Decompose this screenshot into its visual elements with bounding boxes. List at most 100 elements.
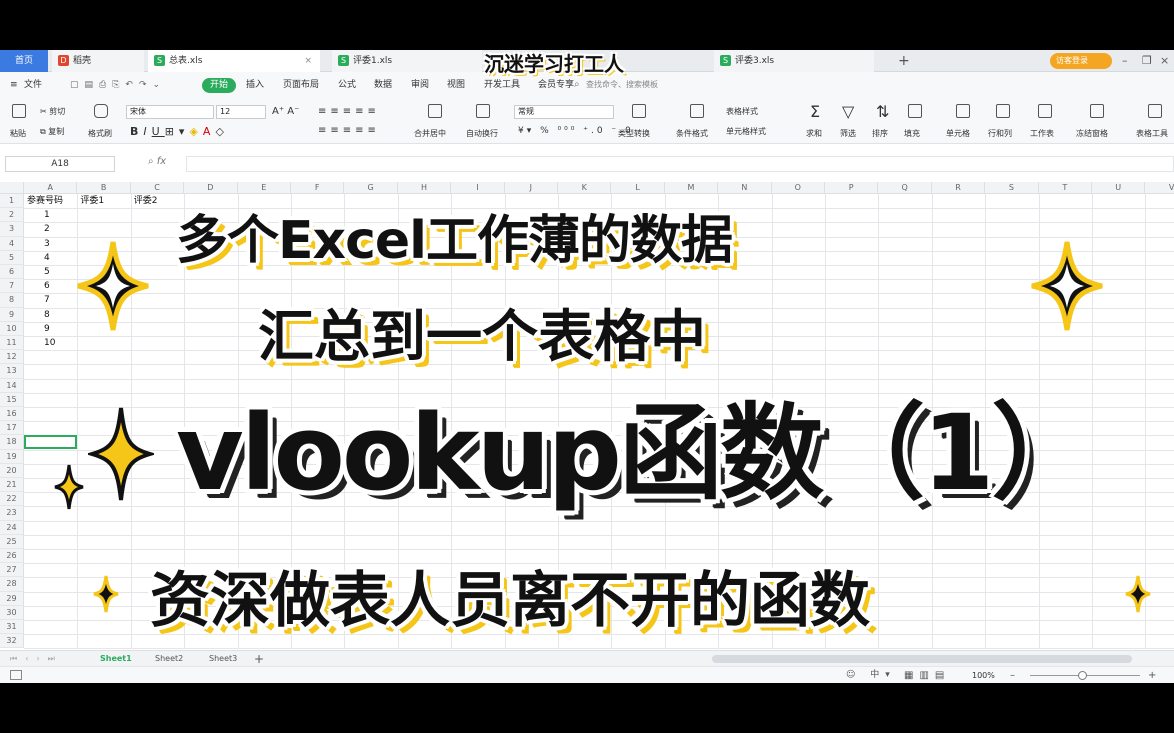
- row-header[interactable]: 30: [0, 605, 24, 620]
- column-header[interactable]: M: [664, 182, 719, 194]
- column-header[interactable]: I: [451, 182, 505, 194]
- row-header[interactable]: 28: [0, 577, 24, 592]
- zoom-in-icon[interactable]: +: [1148, 667, 1156, 683]
- row-header[interactable]: 20: [0, 463, 24, 478]
- align-top-buttons[interactable]: ≡≡≡≡≡: [318, 106, 380, 117]
- column-header[interactable]: R: [931, 182, 986, 194]
- menu-data[interactable]: 数据: [374, 72, 392, 98]
- paste-icon[interactable]: [12, 104, 26, 118]
- freeze-panes-icon[interactable]: [1090, 104, 1104, 118]
- row-header[interactable]: 24: [0, 520, 24, 535]
- row-header[interactable]: 25: [0, 534, 24, 549]
- row-header[interactable]: 32: [0, 634, 24, 649]
- row-header[interactable]: 11: [0, 336, 24, 351]
- row-header[interactable]: 17: [0, 421, 24, 436]
- zoom-level[interactable]: 100%: [972, 667, 995, 683]
- formula-input[interactable]: [186, 156, 1174, 172]
- font-family-select[interactable]: 宋体: [126, 105, 214, 119]
- font-style-buttons[interactable]: BIU⊞▾◈A◇: [130, 125, 229, 138]
- tab-docer[interactable]: D 稻壳: [52, 50, 144, 72]
- menu-view[interactable]: 视图: [447, 72, 465, 98]
- merge-center-icon[interactable]: [428, 104, 442, 118]
- id-cell[interactable]: 7: [44, 293, 50, 307]
- format-painter-icon[interactable]: [94, 104, 108, 118]
- column-header[interactable]: O: [771, 182, 825, 194]
- row-header[interactable]: 6: [0, 265, 24, 280]
- guest-login-button[interactable]: 访客登录: [1050, 53, 1112, 69]
- column-header[interactable]: Q: [878, 182, 932, 194]
- name-box[interactable]: A18: [5, 156, 115, 172]
- selected-cell[interactable]: [24, 435, 77, 450]
- cut-button[interactable]: ✂ 剪切: [40, 106, 65, 117]
- cell-icon[interactable]: [956, 104, 970, 118]
- tab-judge3-xls[interactable]: S 评委3.xls: [714, 50, 874, 72]
- header-cell[interactable]: 参赛号码: [27, 194, 63, 208]
- fx-icon[interactable]: ⌕ fx: [148, 156, 166, 167]
- tab-home[interactable]: 首页: [0, 50, 48, 72]
- table-tools-icon[interactable]: [1148, 104, 1162, 118]
- column-header[interactable]: S: [985, 182, 1039, 194]
- row-header[interactable]: 18: [0, 435, 24, 450]
- row-header[interactable]: 27: [0, 563, 24, 578]
- worksheet-icon[interactable]: [1038, 104, 1052, 118]
- column-header[interactable]: F: [291, 182, 345, 194]
- row-header[interactable]: 5: [0, 250, 24, 265]
- column-header[interactable]: C: [130, 182, 185, 194]
- view-mode-icons[interactable]: ▦▥▤: [904, 667, 950, 683]
- sheet-tab-3[interactable]: Sheet3: [209, 651, 237, 667]
- status-icons[interactable]: ☺ 中▾: [846, 667, 896, 683]
- tab-judge1-xls[interactable]: S 评委1.xls: [332, 50, 482, 72]
- row-header[interactable]: 4: [0, 236, 24, 251]
- menu-start[interactable]: 开始: [202, 78, 236, 93]
- add-sheet-button[interactable]: +: [254, 651, 264, 667]
- id-cell[interactable]: 5: [44, 265, 50, 279]
- horizontal-scrollbar[interactable]: [712, 655, 1132, 663]
- column-header[interactable]: V: [1145, 182, 1174, 194]
- row-header[interactable]: 10: [0, 321, 24, 336]
- column-header[interactable]: B: [77, 182, 131, 194]
- column-header[interactable]: P: [825, 182, 879, 194]
- quick-access-icons[interactable]: ▢▤⎙⎘↶↷⌄: [70, 72, 166, 98]
- wrap-text-icon[interactable]: [476, 104, 490, 118]
- row-header[interactable]: 22: [0, 492, 24, 507]
- row-header[interactable]: 31: [0, 620, 24, 635]
- number-format-buttons[interactable]: ¥▾ % ⁰⁰⁰ ⁺.0 ⁻.0: [518, 126, 634, 136]
- row-header[interactable]: 2: [0, 208, 24, 223]
- conditional-format-icon[interactable]: [690, 104, 704, 118]
- row-header[interactable]: 19: [0, 449, 24, 464]
- id-cell[interactable]: 8: [44, 308, 50, 322]
- font-size-adjust[interactable]: A⁺ A⁻: [272, 106, 299, 117]
- id-cell[interactable]: 3: [44, 237, 50, 251]
- menu-review[interactable]: 审阅: [411, 72, 429, 98]
- close-tab-icon[interactable]: ×: [304, 50, 312, 72]
- close-window-icon[interactable]: ×: [1160, 50, 1169, 72]
- column-header[interactable]: T: [1038, 182, 1092, 194]
- row-header[interactable]: 23: [0, 506, 24, 521]
- sheet-nav-arrows[interactable]: ⏮‹›⏭: [10, 651, 63, 667]
- column-header[interactable]: G: [344, 182, 398, 194]
- column-header[interactable]: E: [237, 182, 291, 194]
- zoom-out-icon[interactable]: –: [1010, 667, 1015, 683]
- zoom-slider-handle[interactable]: [1078, 671, 1087, 680]
- row-header[interactable]: 1: [0, 194, 24, 209]
- command-search[interactable]: 查找命令、搜索模板: [572, 77, 682, 93]
- column-header[interactable]: K: [558, 182, 612, 194]
- column-header[interactable]: H: [397, 182, 452, 194]
- number-format-select[interactable]: 常规: [514, 105, 614, 119]
- menu-icon[interactable]: ≡: [10, 72, 18, 98]
- row-header[interactable]: 16: [0, 407, 24, 422]
- macro-record-icon[interactable]: [10, 670, 22, 680]
- maximize-icon[interactable]: ❐: [1142, 50, 1152, 72]
- id-cell[interactable]: 2: [44, 222, 50, 236]
- select-all-corner[interactable]: [0, 182, 24, 194]
- id-cell[interactable]: 10: [44, 336, 55, 350]
- row-header[interactable]: 26: [0, 549, 24, 564]
- header-cell[interactable]: 评委2: [134, 194, 158, 208]
- cell-style-button[interactable]: 单元格样式: [726, 126, 766, 137]
- column-header[interactable]: L: [611, 182, 665, 194]
- row-header[interactable]: 29: [0, 591, 24, 606]
- menu-page-layout[interactable]: 页面布局: [283, 72, 319, 98]
- filter-icon[interactable]: ▽: [842, 102, 854, 121]
- sheet-tab-2[interactable]: Sheet2: [155, 651, 183, 667]
- column-header[interactable]: U: [1092, 182, 1146, 194]
